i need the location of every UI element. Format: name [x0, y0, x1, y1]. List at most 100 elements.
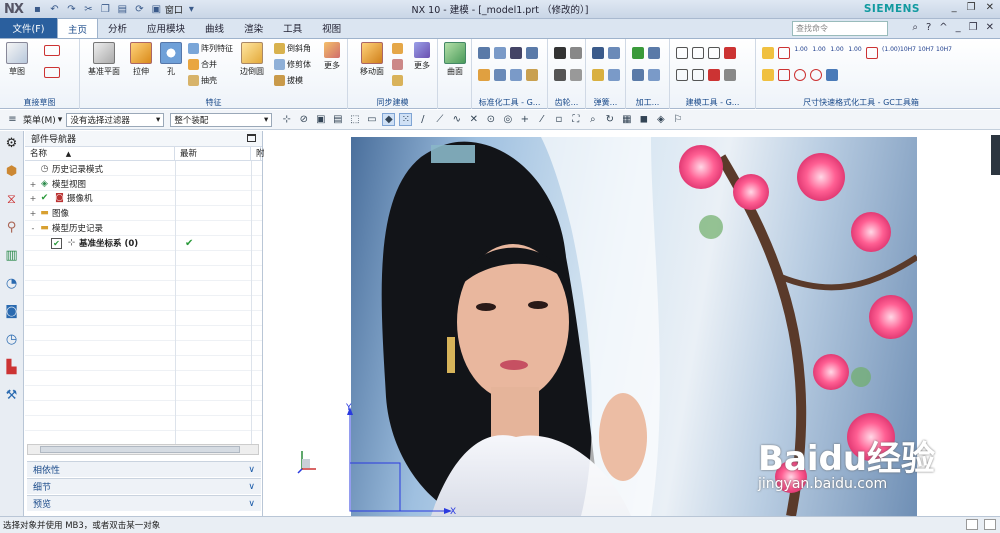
- repeat-command-icon[interactable]: ⟳: [133, 3, 146, 16]
- doc-close-icon[interactable]: ✕: [986, 22, 994, 33]
- edge-blend-button[interactable]: 边倒圆: [240, 42, 264, 77]
- tab-view[interactable]: 视图: [312, 18, 351, 38]
- table-tool-icon[interactable]: [676, 69, 688, 81]
- menu-button[interactable]: ≡ 菜单(M) ▾: [0, 113, 66, 126]
- render-style-icon[interactable]: ◼: [637, 113, 650, 126]
- trim-body-button[interactable]: 修剪体: [274, 59, 311, 70]
- machining-icon[interactable]: [648, 69, 660, 81]
- intersection-icon[interactable]: ✕: [467, 113, 480, 126]
- spline-icon[interactable]: [44, 45, 60, 56]
- settings-icon[interactable]: ⚙: [3, 134, 21, 152]
- endpoint-icon[interactable]: /: [416, 113, 429, 126]
- constraint-navigator-icon[interactable]: ⧖: [3, 190, 21, 208]
- arc-center-icon[interactable]: ⊙: [484, 113, 497, 126]
- snap-point-icon[interactable]: ⁙: [399, 113, 413, 126]
- unite-button[interactable]: 合并: [188, 59, 217, 70]
- dimension-format-icon[interactable]: 10H7: [936, 47, 952, 59]
- maximize-icon[interactable]: [247, 134, 256, 142]
- collapse-ribbon-icon[interactable]: ^: [939, 22, 947, 33]
- select-solid-icon[interactable]: ◆: [382, 113, 396, 126]
- undo-icon[interactable]: ↶: [48, 3, 61, 16]
- triangle-icon[interactable]: [676, 47, 688, 59]
- tree-row-model-history[interactable]: - ▬ 模型历史记录: [29, 221, 259, 235]
- spring-icon[interactable]: [608, 69, 620, 81]
- sync-tool-3-icon[interactable]: [392, 75, 403, 86]
- quadrant-icon[interactable]: ◎: [501, 113, 514, 126]
- tab-render[interactable]: 渲染: [234, 18, 273, 38]
- gear-tool-icon[interactable]: [724, 69, 736, 81]
- gc-tool-icon[interactable]: [510, 47, 522, 59]
- datum-plane-button[interactable]: 基准平面: [88, 42, 120, 77]
- column-extra-header[interactable]: 附: [251, 147, 265, 160]
- process-studio-icon[interactable]: ⚒: [3, 386, 21, 404]
- history-icon[interactable]: ◷: [3, 330, 21, 348]
- column-name-header[interactable]: 名称 ▲: [25, 147, 175, 160]
- extrude-button[interactable]: 拉伸: [130, 42, 152, 77]
- dimension-tool-icon[interactable]: [762, 69, 774, 81]
- window-menu[interactable]: 窗口: [165, 3, 183, 16]
- tree-row-datum-csys[interactable]: ✔ ⊹ 基准坐标系 (0) ✔: [49, 236, 255, 250]
- fit-view-icon[interactable]: ⛶: [569, 113, 582, 126]
- select-face-icon[interactable]: ⬚: [348, 113, 361, 126]
- machining-icon[interactable]: [648, 47, 660, 59]
- gear-icon[interactable]: [570, 69, 582, 81]
- tree-row-model-views[interactable]: + ◈ 模型视图: [29, 177, 259, 191]
- gc-tool-icon[interactable]: [494, 47, 506, 59]
- paste-icon[interactable]: ▤: [116, 3, 129, 16]
- close-icon[interactable]: ✕: [986, 2, 994, 13]
- dimension-tool-icon[interactable]: [866, 47, 878, 59]
- rotate-view-icon[interactable]: ↻: [603, 113, 616, 126]
- horizontal-scrollbar[interactable]: [27, 444, 259, 455]
- system-materials-icon[interactable]: ▙: [3, 358, 21, 376]
- assembly-navigator-icon[interactable]: ⬢: [3, 162, 21, 180]
- gear-icon[interactable]: [554, 69, 566, 81]
- sketch-button[interactable]: 草图: [6, 42, 28, 77]
- move-face-button[interactable]: 移动面: [360, 42, 384, 77]
- tab-tools[interactable]: 工具: [273, 18, 312, 38]
- frame-icon[interactable]: [692, 47, 704, 59]
- dimension-tool-icon[interactable]: [778, 47, 790, 59]
- save-icon[interactable]: ▪: [31, 3, 44, 16]
- gc-tool-icon[interactable]: [478, 69, 490, 81]
- gc-tool-icon[interactable]: [526, 47, 538, 59]
- expand-toggle[interactable]: -: [29, 224, 37, 233]
- spring-icon[interactable]: [592, 47, 604, 59]
- command-search-input[interactable]: 查找命令: [792, 21, 888, 36]
- point-on-curve-icon[interactable]: ⁄: [535, 113, 548, 126]
- draft-button[interactable]: 拔模: [274, 75, 303, 86]
- gc-tool-icon[interactable]: [478, 47, 490, 59]
- dimension-tool-icon[interactable]: [778, 69, 790, 81]
- select-feature-icon[interactable]: ▣: [314, 113, 327, 126]
- tree-row-cameras[interactable]: + ✔ ◙ 摄像机: [29, 191, 259, 205]
- scissor-icon[interactable]: [708, 69, 720, 81]
- dimension-format-icon[interactable]: 1.00: [794, 47, 808, 59]
- select-all-icon[interactable]: ⊹: [280, 113, 293, 126]
- dimension-tool-icon[interactable]: [762, 47, 774, 59]
- panel-details[interactable]: 细节 ∨: [27, 478, 261, 494]
- column-latest-header[interactable]: 最新: [175, 147, 251, 160]
- expand-toggle[interactable]: +: [29, 180, 37, 189]
- tree-row-history-mode[interactable]: ◷ 历史记录模式: [29, 162, 259, 176]
- web-browser-icon[interactable]: ◙: [3, 302, 21, 320]
- cut-tool-icon[interactable]: [724, 47, 736, 59]
- side-tab-strip[interactable]: [991, 135, 1000, 175]
- customize-icon[interactable]: ▾: [185, 3, 198, 16]
- sync-more-button[interactable]: 更多: [414, 42, 430, 71]
- tab-analysis[interactable]: 分析: [98, 18, 137, 38]
- cut-icon[interactable]: ✂: [82, 3, 95, 16]
- gc-tool-icon[interactable]: [510, 69, 522, 81]
- tree-row-images[interactable]: + ▬ 图像: [29, 206, 259, 220]
- feature-more-button[interactable]: 更多: [324, 42, 340, 71]
- graphics-window[interactable]: Y X Baidu经验 jingyan.baidu.com: [264, 131, 1000, 517]
- search-icon[interactable]: ⌕: [912, 22, 918, 33]
- status-fullscreen-icon[interactable]: [984, 519, 996, 530]
- redo-icon[interactable]: ↷: [65, 3, 78, 16]
- orientation-view-icon[interactable]: ▦: [620, 113, 633, 126]
- point-on-face-icon[interactable]: ▫: [552, 113, 565, 126]
- refresh-tool-icon[interactable]: [826, 69, 838, 81]
- deselect-icon[interactable]: ⊘: [297, 113, 310, 126]
- circle-tool-icon[interactable]: [810, 69, 822, 81]
- dimension-format-icon[interactable]: (1.00): [882, 47, 900, 59]
- edit-section-icon[interactable]: ⚐: [671, 113, 684, 126]
- expand-toggle[interactable]: +: [29, 209, 37, 218]
